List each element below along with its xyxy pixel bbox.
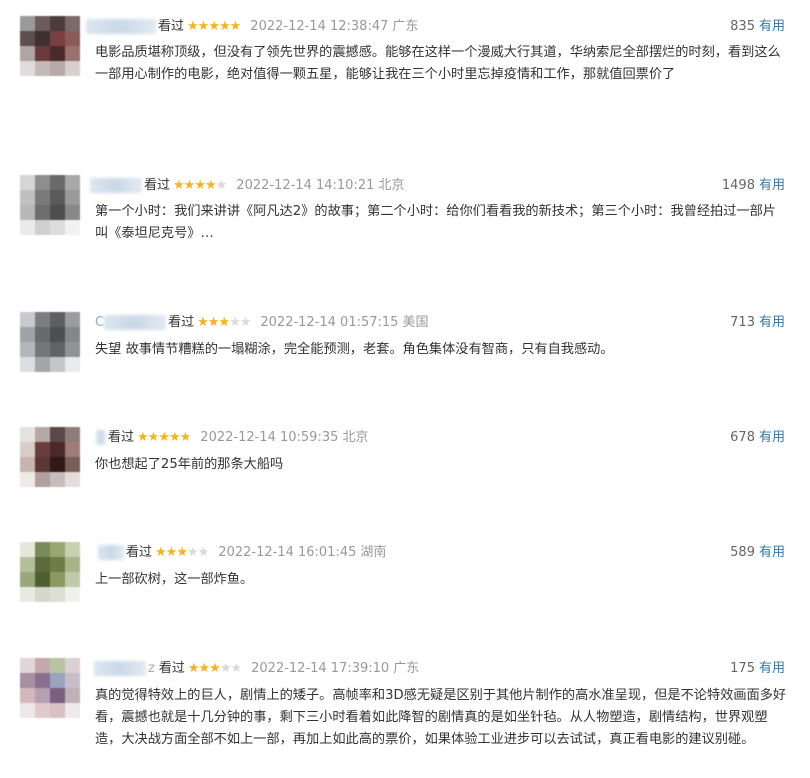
vote-count: 713 (730, 315, 755, 330)
vote-area: 1498 有用 (722, 175, 785, 197)
rating-stars: ★★★★★ (187, 16, 242, 38)
vote-count: 835 (730, 19, 755, 34)
rating-stars: ★★★★★ (197, 312, 252, 334)
star-icon: ★ (176, 545, 188, 560)
username[interactable] (94, 661, 146, 676)
useful-button[interactable]: 有用 (759, 178, 785, 193)
review-meta: C 看过 ★★★★★ 2022-12-14 01:57:15 美国 (95, 312, 428, 334)
review-content: 真的觉得特效上的巨人，剧情上的矮子。高帧率和3D感无疑是区别于其他片制作的高水准… (95, 688, 787, 747)
username-visible[interactable]: C (95, 315, 104, 330)
review-location: 湖南 (360, 545, 387, 560)
star-icon: ★ (198, 661, 211, 676)
star-icon: ★ (204, 178, 217, 193)
star-icon: ★ (158, 430, 170, 445)
review-content: 失望 故事情节糟糕的一塌糊涂，完全能预测，老套。角色集体没有智商，只有自我感动。 (95, 342, 614, 357)
star-icon: ★ (165, 545, 178, 560)
review-content: 你也想起了25年前的那条大船吗 (95, 457, 284, 472)
vote-count: 678 (730, 430, 755, 445)
useful-button[interactable]: 有用 (759, 19, 785, 34)
vote-count: 1498 (721, 178, 755, 193)
star-icon: ★ (179, 430, 192, 445)
username[interactable] (104, 315, 167, 330)
watched-status: 看过 (126, 545, 153, 560)
review-content: 电影品质堪称顶级，但没有了领先世界的震撼感。能够在这样一个漫威大行其道，华纳索尼… (95, 45, 781, 82)
rating-stars: ★★★★★ (187, 658, 242, 680)
avatar[interactable] (20, 175, 80, 235)
review-meta: z 看过 ★★★★★ 2022-12-14 17:39:10 广东 (94, 658, 419, 680)
rating-stars: ★★★★★ (155, 542, 210, 564)
rating-stars: ★★★★★ (173, 175, 228, 197)
review-time: 2022-12-14 16:01:45 (218, 545, 357, 560)
review-meta: 看过 ★★★★★ 2022-12-14 10:59:35 北京 (96, 427, 368, 449)
star-icon: ★ (187, 19, 199, 34)
review-time: 2022-12-14 17:39:10 (251, 661, 390, 676)
star-icon: ★ (208, 19, 220, 34)
username[interactable] (98, 545, 124, 560)
avatar[interactable] (20, 542, 80, 602)
star-icon: ★ (168, 430, 181, 445)
star-icon: ★ (137, 430, 149, 445)
username[interactable] (86, 19, 156, 34)
star-icon: ★ (209, 661, 221, 676)
review-location: 广东 (393, 661, 420, 676)
vote-count: 175 (730, 661, 755, 676)
star-icon: ★ (218, 315, 230, 330)
watched-status: 看过 (108, 430, 135, 445)
review-location: 广东 (392, 19, 419, 34)
review-location: 美国 (402, 315, 429, 330)
vote-area: 713 有用 (730, 312, 785, 334)
watched-status: 看过 (168, 315, 195, 330)
star-icon: ★ (218, 19, 231, 34)
avatar[interactable] (20, 16, 80, 76)
vote-count: 589 (730, 545, 755, 560)
review-time: 2022-12-14 12:38:47 (250, 19, 389, 34)
avatar[interactable] (20, 658, 80, 718)
vote-area: 678 有用 (730, 427, 785, 449)
star-icon: ★ (219, 661, 232, 676)
star-icon: ★ (187, 661, 200, 676)
vote-area: 835 有用 (730, 16, 785, 38)
star-icon: ★ (207, 315, 220, 330)
review-meta: 看过 ★★★★★ 2022-12-14 14:10:21 北京 (90, 175, 404, 197)
useful-button[interactable]: 有用 (759, 430, 785, 445)
review-time: 2022-12-14 01:57:15 (260, 315, 399, 330)
useful-button[interactable]: 有用 (759, 315, 785, 330)
review-time: 2022-12-14 14:10:21 (236, 178, 375, 193)
watched-status: 看过 (144, 178, 171, 193)
star-icon: ★ (239, 315, 252, 330)
username[interactable] (90, 178, 142, 193)
useful-button[interactable]: 有用 (759, 545, 785, 560)
star-icon: ★ (183, 178, 196, 193)
review-meta: 看过 ★★★★★ 2022-12-14 16:01:45 湖南 (98, 542, 386, 564)
avatar[interactable] (20, 312, 80, 372)
star-icon: ★ (186, 545, 199, 560)
review-location: 北京 (378, 178, 405, 193)
star-icon: ★ (197, 315, 209, 330)
vote-area: 175 有用 (730, 658, 785, 680)
review-meta: 看过 ★★★★★ 2022-12-14 12:38:47 广东 (86, 16, 418, 38)
star-icon: ★ (173, 178, 185, 193)
star-icon: ★ (229, 19, 242, 34)
rating-stars: ★★★★★ (137, 427, 192, 449)
star-icon: ★ (147, 430, 160, 445)
star-icon: ★ (155, 545, 167, 560)
star-icon: ★ (230, 661, 242, 676)
star-icon: ★ (197, 545, 210, 560)
watched-status: 看过 (158, 19, 185, 34)
review-time: 2022-12-14 10:59:35 (200, 430, 339, 445)
star-icon: ★ (194, 178, 206, 193)
vote-area: 589 有用 (730, 542, 785, 564)
username[interactable] (96, 430, 106, 445)
review-location: 北京 (342, 430, 369, 445)
avatar[interactable] (20, 427, 80, 487)
review-content: 第一个小时：我们来讲讲《阿凡达2》的故事；第二个小时：给你们看看我的新技术；第三… (95, 204, 776, 241)
review-content: 上一部砍树，这一部炸鱼。 (95, 572, 254, 587)
star-icon: ★ (215, 178, 228, 193)
star-icon: ★ (229, 315, 241, 330)
star-icon: ★ (197, 19, 210, 34)
watched-status: 看过 (158, 661, 185, 676)
useful-button[interactable]: 有用 (759, 661, 785, 676)
username-visible[interactable]: z (148, 661, 155, 676)
